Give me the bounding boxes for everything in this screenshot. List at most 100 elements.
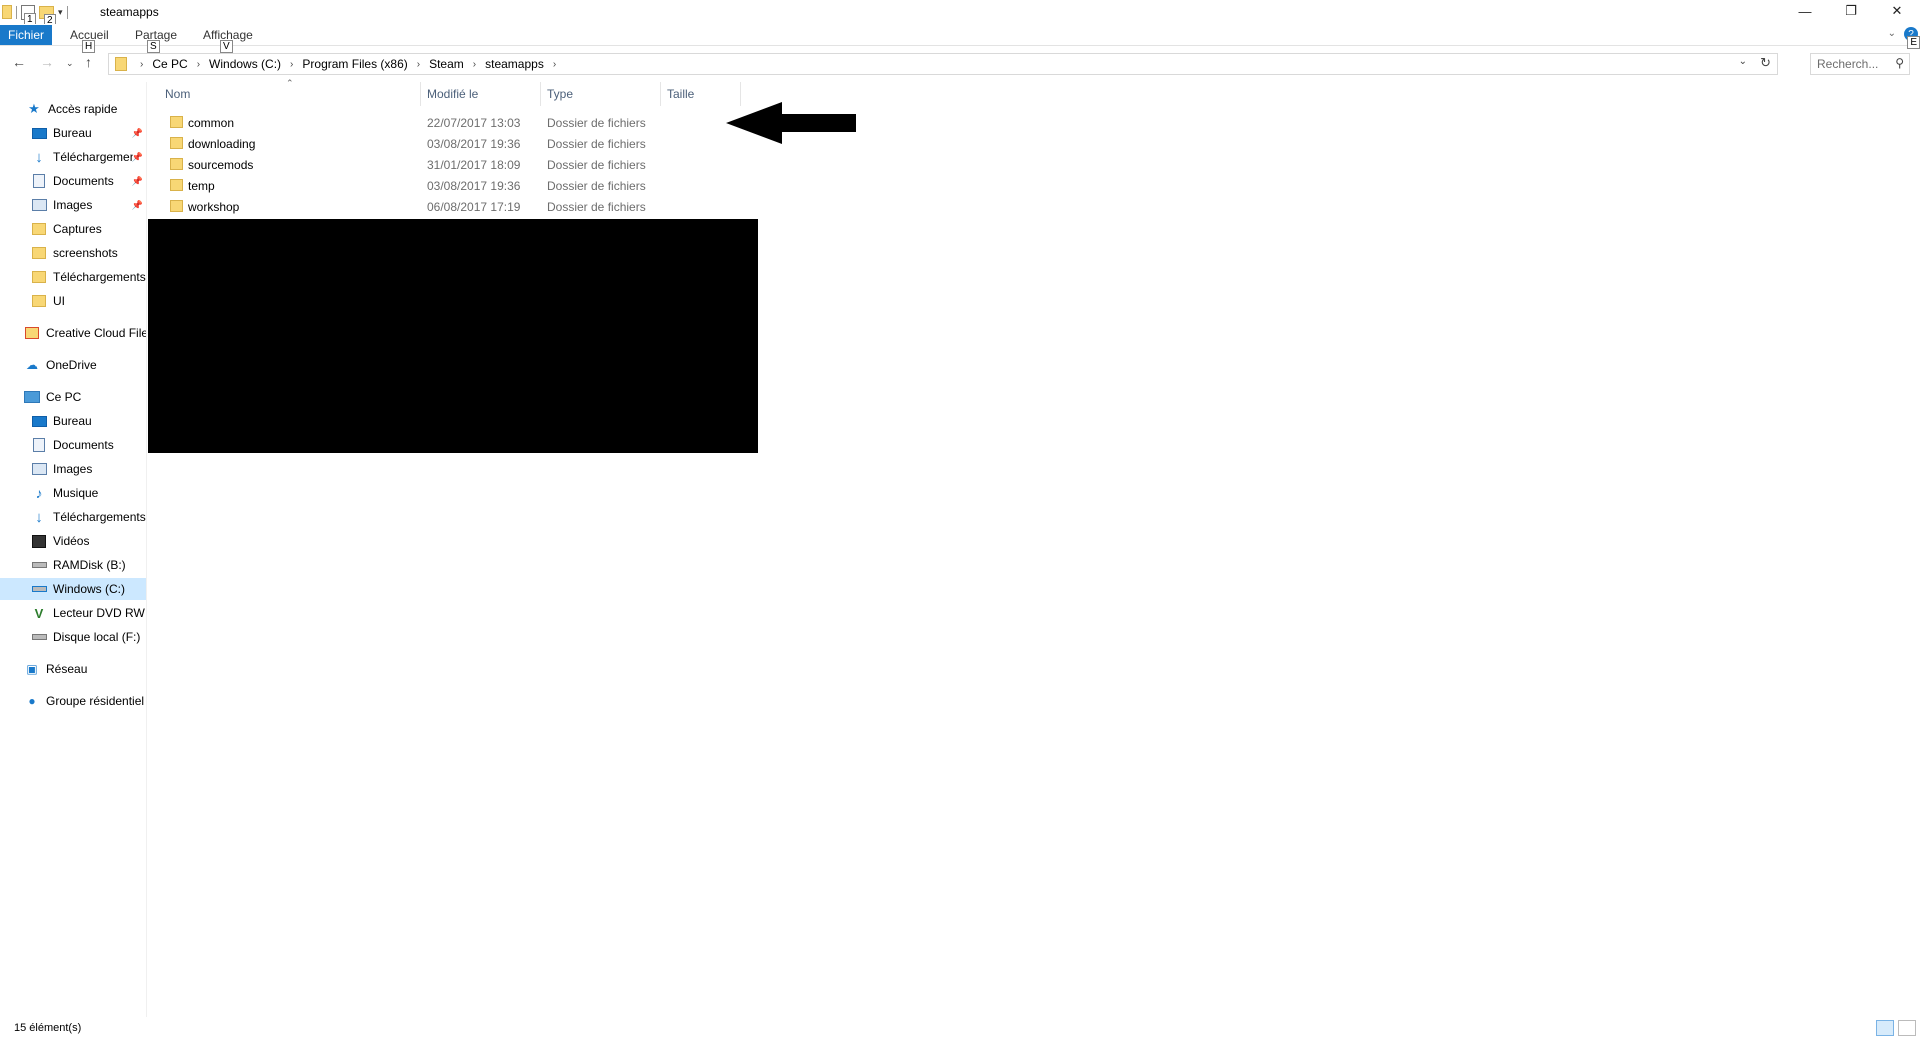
tab-share[interactable]: Partage S: [135, 28, 177, 53]
folder-icon: [170, 179, 183, 191]
column-header-name[interactable]: Nom: [159, 82, 421, 106]
pin-icon[interactable]: 📌: [132, 152, 143, 163]
sidebar-item-pc-images[interactable]: Images: [0, 458, 146, 480]
properties-button[interactable]: 1: [21, 4, 36, 26]
keytip-e: E: [1907, 36, 1920, 49]
chevron-right-icon[interactable]: ›: [287, 59, 296, 70]
drive-icon: [31, 562, 47, 568]
restore-button[interactable]: ❐: [1828, 0, 1874, 22]
tab-file[interactable]: Fichier: [0, 25, 52, 45]
folder-icon: [170, 200, 183, 212]
annotation-arrow-icon: [726, 102, 856, 144]
refresh-icon[interactable]: ↻: [1760, 55, 1771, 71]
sidebar-item-bureau[interactable]: Bureau 📌: [0, 122, 146, 144]
folder-icon: [170, 158, 183, 170]
recent-locations-button[interactable]: ⌄: [66, 58, 74, 69]
breadcrumb-steamapps[interactable]: steamapps: [479, 57, 550, 71]
search-placeholder: Recherch...: [1817, 57, 1879, 71]
sidebar-item-documents[interactable]: Documents 📌: [0, 170, 146, 192]
minimize-button[interactable]: —: [1782, 0, 1828, 22]
tab-view[interactable]: Affichage V: [203, 28, 253, 53]
folder-icon: [32, 271, 46, 283]
sidebar-item-captures[interactable]: Captures: [0, 218, 146, 240]
sidebar-item-disque-local-f[interactable]: Disque local (F:): [0, 626, 146, 648]
sidebar-item-ui[interactable]: UI: [0, 290, 146, 312]
breadcrumb-windows-c[interactable]: Windows (C:): [203, 57, 287, 71]
chevron-right-icon[interactable]: ›: [414, 59, 423, 70]
column-header-modified[interactable]: Modifié le: [421, 82, 541, 106]
details-view-icon[interactable]: [1876, 1020, 1894, 1036]
back-button[interactable]: ←: [12, 54, 26, 70]
file-name: downloading: [188, 137, 256, 151]
chevron-right-icon[interactable]: ›: [550, 59, 559, 70]
folder-icon: [32, 295, 46, 307]
sidebar-item-telechargements-folder[interactable]: Téléchargements: [0, 266, 146, 288]
address-bar[interactable]: › Ce PC › Windows (C:) › Program Files (…: [108, 53, 1778, 75]
sidebar-item-pc-documents[interactable]: Documents: [0, 434, 146, 456]
breadcrumb-steam[interactable]: Steam: [423, 57, 470, 71]
chevron-right-icon[interactable]: ›: [470, 59, 479, 70]
sidebar-item-telechargements[interactable]: ↓ Téléchargements 📌: [0, 146, 146, 168]
forward-button[interactable]: →: [40, 54, 54, 70]
sidebar-item-creative-cloud[interactable]: Creative Cloud Files: [0, 322, 146, 344]
sidebar-item-ramdisk[interactable]: RAMDisk (B:): [0, 554, 146, 576]
sidebar-item-groupe-residentiel[interactable]: ● Groupe résidentiel: [0, 690, 146, 712]
sidebar-item-images[interactable]: Images 📌: [0, 194, 146, 216]
images-icon: [31, 199, 47, 211]
redacted-area: [148, 219, 758, 453]
sidebar-item-screenshots[interactable]: screenshots: [0, 242, 146, 264]
images-icon: [31, 463, 47, 475]
separator: [66, 5, 68, 19]
chevron-down-icon[interactable]: ⌄: [1739, 56, 1747, 67]
folder-icon: [115, 57, 127, 71]
chevron-right-icon[interactable]: ›: [194, 59, 203, 70]
separator: [16, 5, 17, 19]
download-icon: ↓: [35, 148, 43, 166]
ribbon-tabs: Fichier Accueil H Partage S Affichage V …: [0, 24, 1920, 53]
breadcrumb-ce-pc[interactable]: Ce PC: [146, 57, 193, 71]
sidebar-item-dvd[interactable]: V Lecteur DVD RW (D:): [0, 602, 146, 624]
expand-ribbon-button[interactable]: ⌄: [1888, 28, 1896, 39]
quick-access-toolbar: 1 2 ▾: [2, 3, 68, 27]
folder-icon: [2, 5, 12, 19]
pin-icon[interactable]: 📌: [132, 128, 143, 139]
sidebar-item-videos[interactable]: Vidéos: [0, 530, 146, 552]
up-button[interactable]: ↑: [85, 54, 92, 70]
drive-icon: [31, 634, 47, 640]
tab-file-label: Fichier: [7, 28, 44, 42]
sidebar-item-quick-access[interactable]: ★ Accès rapide: [0, 98, 146, 120]
search-icon[interactable]: ⚲: [1895, 56, 1904, 70]
search-input[interactable]: Recherch... ⚲: [1810, 53, 1910, 75]
homegroup-icon: ●: [28, 694, 36, 708]
file-name: workshop: [188, 200, 240, 214]
table-row[interactable]: sourcemods 31/01/2017 18:09 Dossier de f…: [166, 154, 866, 175]
file-modified: 06/08/2017 17:19: [427, 200, 521, 214]
sidebar-item-ce-pc[interactable]: Ce PC: [0, 386, 146, 408]
large-icons-view-icon[interactable]: [1898, 1020, 1916, 1036]
pin-icon[interactable]: 📌: [132, 176, 143, 187]
navigation-pane: ★ Accès rapide Bureau 📌 ↓ Téléchargement…: [0, 82, 147, 1017]
table-row[interactable]: workshop 06/08/2017 17:19 Dossier de fic…: [166, 196, 866, 217]
close-button[interactable]: ✕: [1874, 0, 1920, 22]
sidebar-item-pc-bureau[interactable]: Bureau: [0, 410, 146, 432]
tab-home[interactable]: Accueil H: [70, 28, 109, 53]
file-modified: 22/07/2017 13:03: [427, 116, 521, 130]
sidebar-item-reseau[interactable]: ▣ Réseau: [0, 658, 146, 680]
customize-toolbar-button[interactable]: ▾: [58, 7, 63, 18]
column-header-type[interactable]: Type: [541, 82, 661, 106]
sidebar-item-pc-telechargements[interactable]: ↓ Téléchargements: [0, 506, 146, 528]
folder-icon: [32, 223, 46, 235]
title-bar: 1 2 ▾ steamapps — ❐ ✕: [0, 0, 1920, 27]
new-folder-button[interactable]: 2: [39, 5, 56, 27]
sidebar-item-windows-c[interactable]: Windows (C:): [0, 578, 146, 600]
sidebar-item-onedrive[interactable]: ☁ OneDrive: [0, 354, 146, 376]
creative-cloud-folder-icon: [25, 327, 39, 339]
breadcrumb-program-files[interactable]: Program Files (x86): [296, 57, 413, 71]
network-icon: ▣: [26, 662, 38, 676]
sidebar-item-musique[interactable]: ♪ Musique: [0, 482, 146, 504]
folder-icon: [170, 116, 183, 128]
table-row[interactable]: temp 03/08/2017 19:36 Dossier de fichier…: [166, 175, 866, 196]
file-name: temp: [188, 179, 215, 193]
pin-icon[interactable]: 📌: [132, 200, 143, 211]
file-modified: 03/08/2017 19:36: [427, 179, 521, 193]
